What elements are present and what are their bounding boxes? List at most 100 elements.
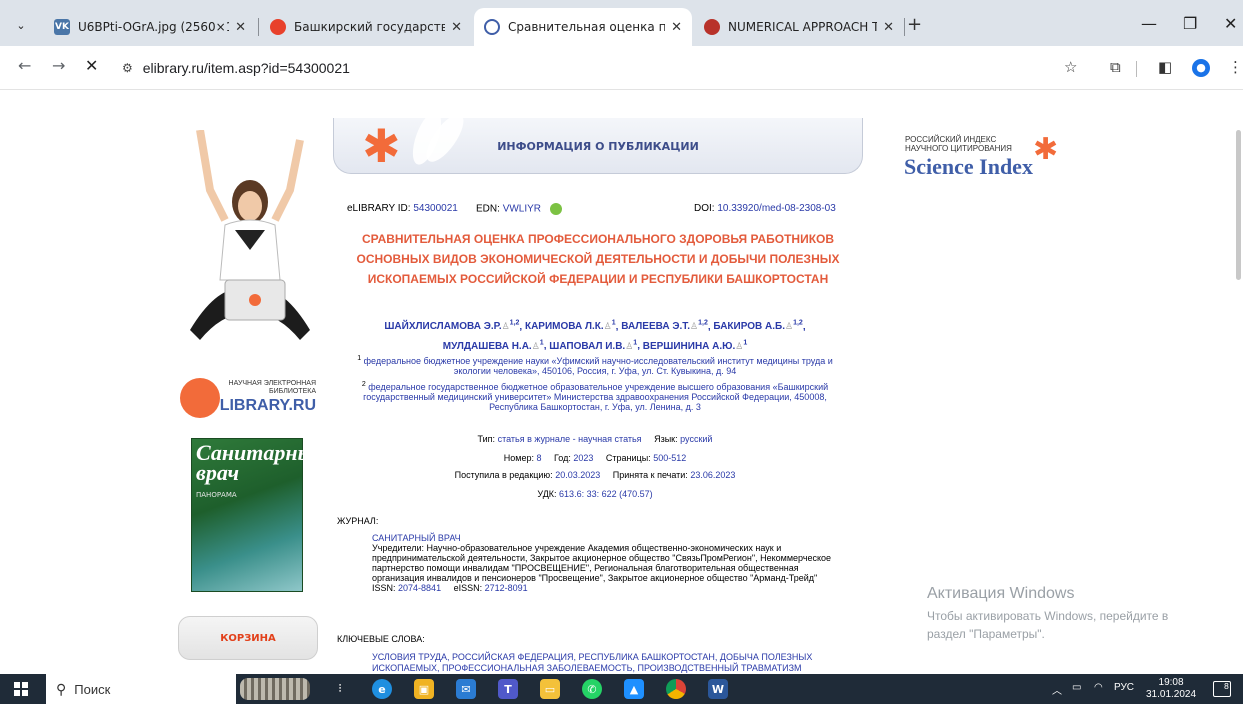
elibrary-caption: НАУЧНАЯ ЭЛЕКТРОННАЯ БИБЛИОТЕКА [228,380,316,395]
edn-link[interactable]: VWLIYR [503,204,541,215]
notifications-icon[interactable]: 8 [1213,681,1231,697]
profile-avatar[interactable]: ● [1192,59,1210,77]
tab-search-button[interactable]: ⌄ [10,14,32,36]
author[interactable]: ШАПОВАЛ И.В.♙1 [549,339,637,351]
author[interactable]: ВЕРШИНИНА А.Ю.♙1 [643,339,748,351]
author[interactable]: ВАЛЕЕВА Э.Т.♙1,2 [621,320,708,332]
address-bar[interactable]: ⚙ elibrary.ru/item.asp?id=54300021 [112,52,1112,84]
tab-1[interactable]: VK U6BPti-OGrA.jpg (2560×1920) ✕ [44,8,256,46]
doi-link[interactable]: 10.33920/med-08-2308-03 [717,203,835,214]
windows-start-icon[interactable] [14,682,28,696]
issue-number-link[interactable]: 8 [536,453,541,463]
author[interactable]: КАРИМОВА Л.К.♙1 [525,320,616,332]
tab-title: Башкирский государственный [294,20,446,34]
taskbar-search[interactable]: ⚲ Поиск [46,674,236,704]
minimize-button[interactable]: — [1141,14,1157,33]
elibrary-favicon-icon [484,19,500,35]
keywords-list[interactable]: УСЛОВИЯ ТРУДА, РОССИЙСКАЯ ФЕДЕРАЦИЯ, РЕС… [372,652,842,674]
tab-3-active[interactable]: Сравнительная оценка профе ✕ [474,8,692,46]
publication-banner: ✱ ИНФОРМАЦИЯ О ПУБЛИКАЦИИ [333,107,863,174]
udk-info: УДК: 613.6: 33: 622 (470.57) [537,489,653,499]
elibrary-id: eLIBRARY ID: 54300021 [347,203,458,214]
basket-button[interactable]: КОРЗИНА [178,616,318,660]
elibrary-wordmark: LIBRARY.RU [219,397,316,414]
search-icon: ⚲ [56,680,67,697]
word-icon[interactable]: W [708,679,728,699]
new-tab-button[interactable]: + [907,14,922,35]
wifi-icon[interactable]: ◠ [1094,682,1103,693]
affiliation-1: 1 федеральное бюджетное учреждение науки… [357,355,833,376]
article-title: СРАВНИТЕЛЬНАЯ ОЦЕНКА ПРОФЕССИОНАЛЬНОГО З… [356,232,840,286]
edn: EDN: VWLIYR [476,203,562,215]
scrollbar[interactable] [1236,130,1241,280]
close-window-button[interactable]: ✕ [1224,14,1237,33]
affiliation-2: 2 федеральное государственное бюджетное … [361,381,829,412]
close-icon[interactable]: ✕ [883,20,894,35]
back-button[interactable]: ← [18,56,31,75]
mail-icon[interactable]: ✉ [456,679,476,699]
bookmark-star-icon[interactable]: ☆ [1064,58,1077,76]
cover-subtitle: ПАНОРАМА [196,491,237,499]
keywords-heading: КЛЮЧЕВЫЕ СЛОВА: [337,634,425,644]
search-placeholder: Поиск [74,681,111,697]
language-indicator[interactable]: РУС [1114,682,1134,693]
whatsapp-icon[interactable]: ✆ [582,679,602,699]
person-icon: ♙ [603,321,612,332]
edge-icon[interactable]: e [372,679,392,699]
task-view-icon[interactable]: ⫶ [330,679,350,699]
tab-title: Сравнительная оценка профе [508,20,666,34]
author[interactable]: МУЛДАШЕВА Н.А.♙1 [443,339,544,351]
forward-button[interactable]: → [52,56,65,75]
cover-title: Санитарный врач [196,440,326,485]
teams-icon[interactable]: T [498,679,518,699]
system-clock[interactable]: 19:08 31.01.2024 [1146,677,1196,701]
banner-title: ИНФОРМАЦИЯ О ПУБЛИКАЦИИ [497,140,699,153]
close-icon[interactable]: ✕ [451,20,462,35]
extensions-icon[interactable]: ⧉ [1110,58,1121,76]
close-icon[interactable]: ✕ [671,20,682,35]
chrome-icon[interactable] [666,679,686,699]
qr-code-icon[interactable] [549,203,562,215]
elibrary-logo[interactable]: НАУЧНАЯ ЭЛЕКТРОННАЯ БИБЛИОТЕКА LIBRARY.R… [178,372,318,422]
person-icon: ♙ [785,321,794,332]
restore-button[interactable]: ❐ [1183,14,1197,33]
site-settings-icon[interactable]: ⚙ [122,61,133,75]
authors-list: ШАЙХЛИСЛАМОВА Э.Р.♙1,2, КАРИМОВА Л.К.♙1,… [384,320,806,352]
mascot-illustration [180,129,320,360]
remote-app-icon[interactable]: ▲ [624,679,644,699]
tab-title: U6BPti-OGrA.jpg (2560×1920) [78,20,229,34]
person-icon: ♙ [501,321,510,332]
close-icon[interactable]: ✕ [235,20,246,35]
person-icon: ♙ [690,321,699,332]
person-icon: ♙ [531,340,540,351]
tray-chevron-icon[interactable]: ︿ [1052,682,1062,697]
windows-taskbar: ⚲ Поиск ⫶ e ▣ ✉ T ▭ ✆ ▲ W ︿ ▭ ◠ РУС 19:0… [0,674,1243,704]
menu-icon[interactable]: ⋮ [1228,58,1243,76]
browser-toolbar: ← → ✕ ⚙ elibrary.ru/item.asp?id=54300021… [0,46,1243,90]
battery-icon[interactable]: ▭ [1072,682,1081,693]
windows-activation-watermark: Активация Windows Чтобы активировать Win… [927,585,1169,641]
journal-name-link[interactable]: САНИТАРНЫЙ ВРАЧ [372,533,842,543]
journal-issn: ISSN: 2074-8841 eISSN: 2712-8091 [372,583,528,593]
tab-2[interactable]: Башкирский государственный ✕ [260,8,472,46]
tab-4[interactable]: NUMERICAL APPROACH TO SIN ✕ [694,8,904,46]
publication-type: Тип: статья в журнале - научная статья Я… [477,434,713,444]
site-favicon-icon [704,19,720,35]
journal-block: САНИТАРНЫЙ ВРАЧ Учредители: Научно-образ… [372,533,842,593]
author[interactable]: БАКИРОВ А.Б.♙1,2 [713,320,802,332]
issue-info: Номер: 8 Год: 2023 Страницы: 500-512 [503,453,687,463]
dates-info: Поступила в редакцию: 20.03.2023 Принята… [454,470,736,480]
stop-button[interactable]: ✕ [85,56,98,75]
science-index-logo[interactable]: Science Index [904,154,1033,180]
side-panel-icon[interactable]: ◧ [1158,58,1172,76]
journal-cover[interactable]: Санитарный врач ПАНОРАМА [191,438,326,592]
science-index-caption: РОССИЙСКИЙ ИНДЕКС НАУЧНОГО ЦИТИРОВАНИЯ [905,135,1012,153]
search-highlight-image [240,678,310,700]
file-explorer-icon[interactable]: ▭ [540,679,560,699]
store-icon[interactable]: ▣ [414,679,434,699]
doi: DOI: 10.33920/med-08-2308-03 [694,203,836,214]
site-favicon-icon [270,19,286,35]
asterisk-icon: ✱ [1033,132,1059,167]
author[interactable]: ШАЙХЛИСЛАМОВА Э.Р.♙1,2 [384,320,519,332]
url-text: elibrary.ru/item.asp?id=54300021 [142,60,350,76]
